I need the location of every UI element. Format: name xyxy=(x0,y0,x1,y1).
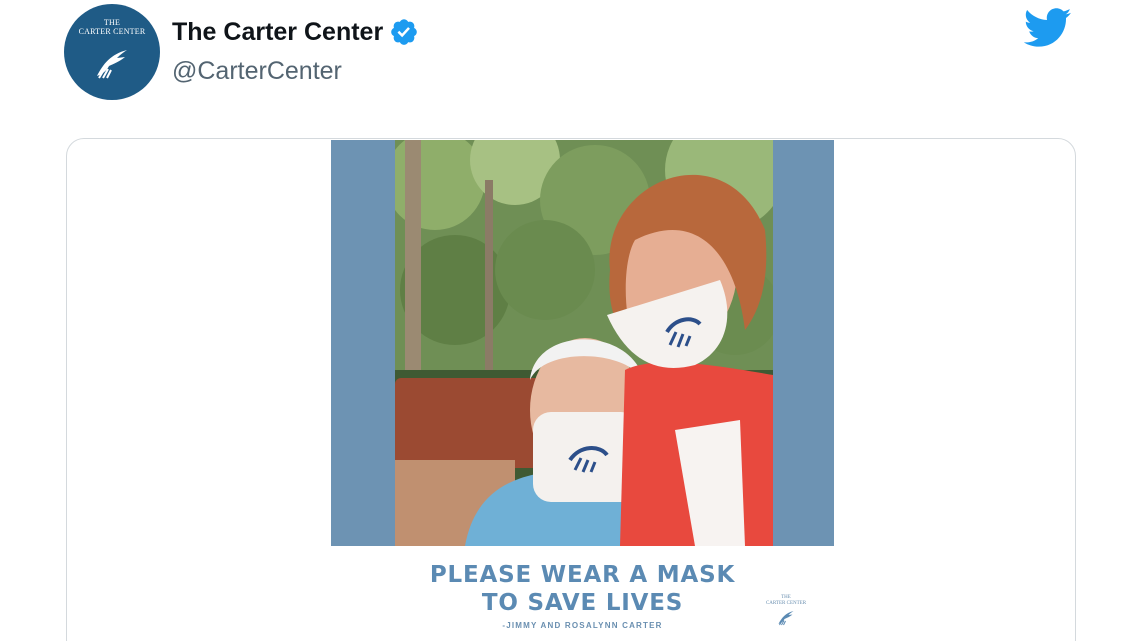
carter-couple-photo xyxy=(395,140,773,546)
avatar[interactable]: THE CARTER CENTER xyxy=(64,4,160,100)
author-name[interactable]: The Carter Center xyxy=(172,17,419,47)
poster-headline-line2: TO SAVE LIVES xyxy=(481,590,684,616)
tweet-image[interactable]: PLEASE WEAR A MASK TO SAVE LIVES -JIMMY … xyxy=(331,140,834,641)
twitter-bird-icon[interactable] xyxy=(1024,8,1072,48)
eagle-logo-icon xyxy=(778,611,794,626)
avatar-text-line1: THE xyxy=(103,18,121,27)
tweet-embed: THE CARTER CENTER The Carter Center @Car… xyxy=(0,0,1140,641)
author-name-text: The Carter Center xyxy=(172,17,384,46)
photo-illustration xyxy=(395,140,773,546)
author-handle[interactable]: @CarterCenter xyxy=(172,57,342,86)
verified-badge-icon xyxy=(391,19,417,45)
avatar-text-line2: CARTER CENTER xyxy=(78,27,146,36)
eagle-logo-icon xyxy=(97,50,127,79)
poster-headline-line1: PLEASE WEAR A MASK xyxy=(429,562,736,588)
poster-attribution: -JIMMY AND ROSALYNN CARTER xyxy=(502,621,663,630)
poster-logo: THE CARTER CENTER xyxy=(761,595,811,639)
